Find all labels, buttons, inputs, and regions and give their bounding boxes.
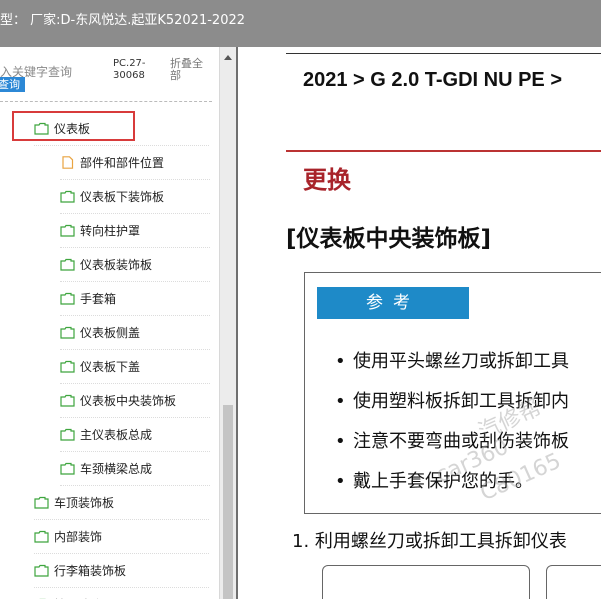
folder-icon [60, 190, 75, 203]
tree-item[interactable]: 仪表板下盖 [60, 355, 210, 384]
tree-scrollbar[interactable] [219, 47, 237, 599]
selection-highlight [12, 111, 135, 141]
tree-item[interactable]: 仪表板侧盖 [60, 321, 210, 350]
title-bar: 型： 厂家:D-东风悦达.起亚K52021-2022 [0, 0, 601, 47]
tree-item[interactable]: 内部装饰 [34, 525, 209, 554]
tree-item-label: 部件和部件位置 [80, 155, 165, 170]
folder-icon [60, 360, 75, 373]
tree-item-label: 车颈横梁总成 [80, 461, 153, 476]
tree-item[interactable]: 部件和部件位置 [60, 151, 210, 180]
tree-item[interactable]: 仪表板装饰板 [60, 253, 210, 282]
tree-item[interactable]: 行李箱装饰板 [34, 559, 209, 588]
scroll-thumb[interactable] [223, 405, 233, 599]
tree-item-label: 仪表板中央装饰板 [80, 393, 177, 408]
tree-item-label: 仪表板侧盖 [80, 325, 141, 340]
content-panel: 2021 > G 2.0 T-GDI NU PE > 更换 [仪表板中央装饰板]… [238, 47, 601, 599]
figure-box [546, 565, 601, 599]
code-label: PC.27-30068 [113, 58, 146, 81]
tree-item-label: 手套箱 [80, 291, 117, 306]
tree-item-label: 车顶装饰板 [54, 495, 115, 510]
tree-item[interactable]: 车颈横梁总成 [60, 457, 210, 486]
folder-icon [60, 258, 75, 271]
step-text: 1. 利用螺丝刀或拆卸工具拆卸仪表 [292, 531, 567, 552]
tree-item-label: 内部装饰 [54, 529, 103, 544]
note-badge: 参考 [317, 287, 469, 319]
folder-icon [60, 394, 75, 407]
tree-item[interactable]: 主仪表板总成 [60, 423, 210, 452]
tree-item-label: 行李箱装饰板 [54, 563, 127, 578]
folder-icon [34, 564, 49, 577]
note-bullet: • 使用平头螺丝刀或拆卸工具 [335, 351, 569, 372]
tree-item[interactable]: 仪表板下装饰板 [60, 185, 210, 214]
folder-icon [60, 326, 75, 339]
tree-item-label: 仪表板下装饰板 [80, 189, 165, 204]
note-bullet: • 注意不要弯曲或刮伤装饰板 [335, 431, 569, 452]
document-icon [62, 155, 74, 169]
tree-item-label: 转向柱护罩 [80, 223, 141, 238]
folder-icon [34, 530, 49, 543]
heading-rule [286, 150, 601, 152]
folder-icon [60, 428, 75, 441]
tree-item-label: 仪表板装饰板 [80, 257, 153, 272]
tree-item[interactable]: 车顶装饰板 [34, 491, 209, 520]
folder-icon [60, 292, 75, 305]
tree-item[interactable]: 仪表板中央装饰板 [60, 389, 210, 418]
fold-all-button[interactable]: 折叠全部 [170, 58, 210, 82]
tree-item-label: 主仪表板总成 [80, 427, 153, 442]
window-title: 型： 厂家:D-东风悦达.起亚K52021-2022 [0, 13, 246, 28]
top-rule [286, 53, 601, 54]
tree-item-label: 仪表板下盖 [80, 359, 141, 374]
folder-icon [60, 224, 75, 237]
tree-panel: 入关键字查询 查询 PC.27-30068 折叠全部 仪表板 部件和部件位置 仪表板… [0, 47, 219, 599]
divider-line [0, 101, 212, 102]
section-title: [仪表板中央装饰板] [286, 226, 492, 252]
tree-item[interactable]: 转向柱护罩 [60, 219, 210, 248]
folder-icon [60, 462, 75, 475]
folder-icon [34, 496, 49, 509]
scroll-up-icon[interactable] [224, 55, 232, 60]
figure-box [322, 565, 530, 599]
tree-item[interactable]: 挡风玻璃 [34, 593, 209, 599]
search-button[interactable]: 查询 [0, 77, 25, 92]
tree-item-label: 挡风玻璃 [54, 596, 102, 599]
breadcrumb: 2021 > G 2.0 T-GDI NU PE > [303, 69, 563, 91]
tree-item[interactable]: 手套箱 [60, 287, 210, 316]
page-heading: 更换 [303, 166, 351, 194]
